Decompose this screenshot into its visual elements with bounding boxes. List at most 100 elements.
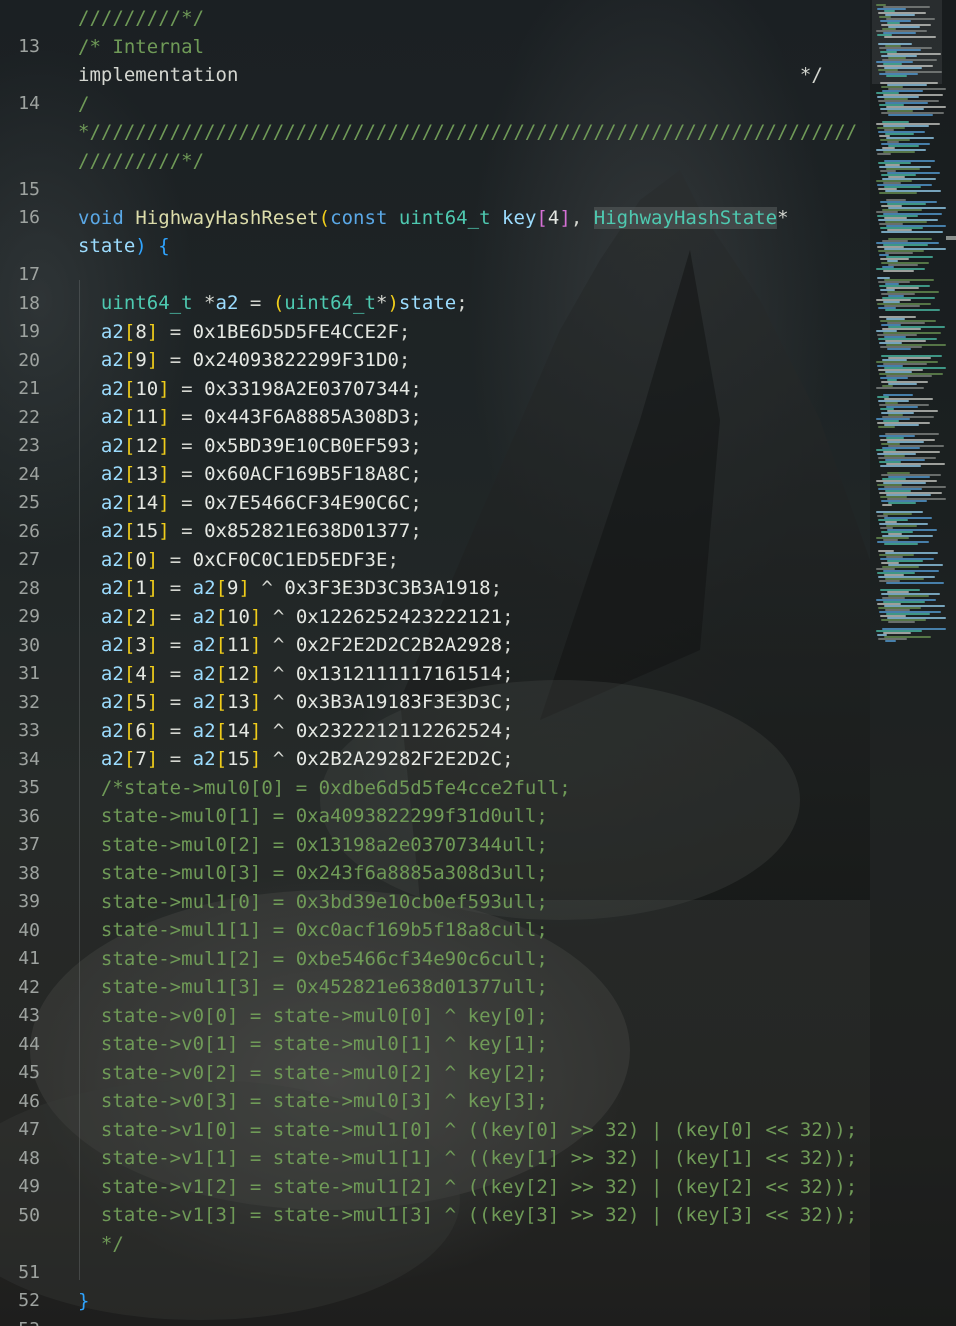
code-text: a2[2] = a2[10] ^ 0x1226252423222121; — [100, 605, 514, 628]
code-text: /////////*/ — [78, 7, 205, 30]
code-text: state->v1[0] = state->mul1[0] ^ ((key[0]… — [78, 1118, 858, 1141]
line-number: 14 — [18, 93, 40, 115]
code-text: uint64_t *a2 = (uint64_t*)state; — [100, 292, 468, 315]
line-number: 34 — [18, 748, 40, 770]
line-number: 24 — [18, 463, 40, 485]
line-number: 51 — [18, 1261, 40, 1283]
line-number: 20 — [18, 349, 40, 371]
code-text: state->mul1[1] = 0xc0acf169b5f18a8cull; — [78, 919, 548, 942]
line-number: 25 — [18, 492, 40, 514]
minimap-line — [885, 309, 940, 311]
line-number: 37 — [18, 834, 40, 856]
line-number: 40 — [18, 919, 40, 941]
line-number: 44 — [18, 1033, 40, 1055]
minimap-line — [885, 640, 896, 642]
minimap-line — [886, 582, 944, 584]
code-text: / — [78, 92, 90, 115]
line-number: 38 — [18, 862, 40, 884]
code-editor[interactable]: /////////*/ 13 /* Internal implementation *… — [0, 0, 870, 1326]
minimap-line — [883, 632, 911, 634]
line-number: 43 — [18, 1005, 40, 1027]
line-number: 42 — [18, 976, 40, 998]
code-text: a2[0] = 0xCF0C0C1ED5EDF3E; — [100, 548, 399, 571]
code-text: state->v0[2] = state->mul0[2] ^ key[2]; — [78, 1061, 548, 1084]
code-text: a2[7] = a2[15] ^ 0x2B2A29282F2E2D2C; — [100, 748, 514, 771]
code-text: state->mul0[3] = 0x243f6a8885a308d3ull; — [78, 862, 548, 885]
line-number: 52 — [18, 1290, 40, 1312]
code-text: a2[14] = 0x7E5466CF34E90C6C; — [100, 491, 422, 514]
minimap-line — [881, 231, 943, 233]
minimap-line — [888, 502, 916, 504]
code-text: a2[11] = 0x443F6A8885A308D3; — [100, 406, 422, 429]
code-text: state->v0[3] = state->mul0[3] ^ key[3]; — [78, 1090, 548, 1113]
code-text: /*state->mul0[0] = 0xdbe6d5d5fe4cce2full… — [78, 776, 571, 799]
line-number: 29 — [18, 606, 40, 628]
code-text: a2[15] = 0x852821E638D01377; — [100, 520, 422, 543]
code-text: state) { — [78, 235, 170, 258]
code-text: state->v1[2] = state->mul1[2] ^ ((key[2]… — [78, 1175, 858, 1198]
line-number: 16 — [18, 207, 40, 229]
code-text: implementation */ — [78, 64, 823, 87]
line-number: 50 — [18, 1204, 40, 1226]
line-number: 13 — [18, 36, 40, 58]
code-text: state->mul1[0] = 0x3bd39e10cb0ef593ull; — [78, 890, 548, 913]
line-number: 28 — [18, 577, 40, 599]
code-text: a2[5] = a2[13] ^ 0x3B3A19183F3E3D3C; — [100, 691, 514, 714]
code-text: a2[13] = 0x60ACF169B5F18A8C; — [100, 463, 422, 486]
line-number: 41 — [18, 948, 40, 970]
code-text: state->v1[3] = state->mul1[3] ^ ((key[3]… — [78, 1204, 858, 1227]
code-text: a2[10] = 0x33198A2E03707344; — [100, 377, 422, 400]
line-number: 53 — [0, 1319, 40, 1326]
line-number: 17 — [18, 264, 40, 286]
minimap-line — [883, 270, 914, 272]
code-text: state->mul1[3] = 0x452821e638d01377ull; — [78, 976, 548, 999]
code-text: state->v0[1] = state->mul0[1] ^ key[1]; — [78, 1033, 548, 1056]
code-text: state->v0[0] = state->mul0[0] ^ key[0]; — [78, 1004, 548, 1027]
line-number: 31 — [18, 663, 40, 685]
minimap-line — [880, 465, 921, 467]
line-number: 36 — [18, 805, 40, 827]
scrollbar-position-marker[interactable] — [946, 236, 956, 240]
line-number: 45 — [18, 1062, 40, 1084]
minimap-line — [878, 426, 895, 428]
minimap-line — [876, 387, 924, 389]
code-text: void HighwayHashReset(const uint64_t key… — [78, 206, 789, 229]
minimap-line — [884, 36, 936, 38]
minimap-line — [877, 153, 891, 155]
code-text: *///////////////////////////////////////… — [78, 121, 858, 144]
code-text: state->mul0[2] = 0x13198a2e03707344ull; — [78, 833, 548, 856]
line-number: 23 — [18, 435, 40, 457]
code-text: /* Internal — [78, 35, 205, 58]
code-text: a2[6] = a2[14] ^ 0x2322212112262524; — [100, 719, 514, 742]
line-number: 30 — [18, 634, 40, 656]
line-number: 18 — [18, 292, 40, 314]
line-number: 39 — [18, 891, 40, 913]
line-number: 22 — [18, 406, 40, 428]
code-text: state->mul1[2] = 0xbe5466cf34e90c6cull; — [78, 947, 548, 970]
line-number: 48 — [18, 1147, 40, 1169]
line-number: 35 — [18, 777, 40, 799]
code-text: a2[9] = 0x24093822299F31D0; — [100, 349, 411, 372]
line-number: 27 — [18, 549, 40, 571]
minimap-line — [885, 252, 913, 254]
line-number: 26 — [18, 520, 40, 542]
line-number: 32 — [18, 691, 40, 713]
code-text: a2[12] = 0x5BD39E10CB0EF593; — [100, 434, 422, 457]
line-number: 33 — [18, 720, 40, 742]
minimap-line — [879, 192, 917, 194]
line-number: 49 — [18, 1176, 40, 1198]
code-text: a2[8] = 0x1BE6D5D5FE4CCE2F; — [100, 320, 411, 343]
minimap-line — [888, 114, 933, 116]
minimap-line — [887, 348, 911, 350]
code-text: /////////*/ — [78, 149, 205, 172]
minimap[interactable] — [870, 0, 956, 1326]
minimap-line — [884, 543, 918, 545]
code-text: state->v1[1] = state->mul1[1] ^ ((key[1]… — [78, 1147, 858, 1170]
minimap-line — [882, 504, 892, 506]
minimap-line — [886, 75, 907, 77]
code-text: a2[4] = a2[12] ^ 0x1312111117161514; — [100, 662, 514, 685]
line-number: 21 — [18, 378, 40, 400]
line-number: 19 — [18, 321, 40, 343]
minimap-line — [888, 621, 915, 623]
code-text: a2[3] = a2[11] ^ 0x2F2E2D2C2B2A2928; — [100, 634, 514, 657]
